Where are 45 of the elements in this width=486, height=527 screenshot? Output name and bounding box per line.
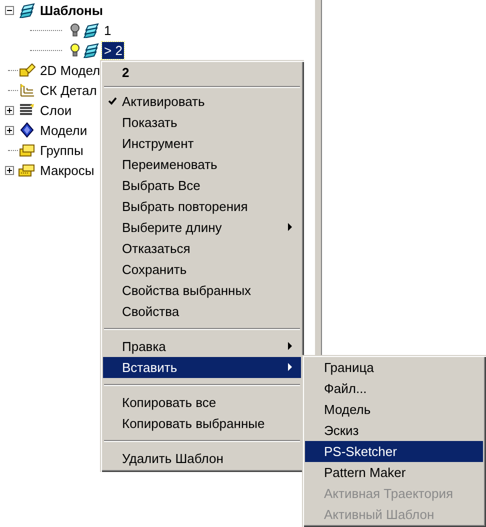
tree-item[interactable]: Шаблоны: [38, 2, 105, 18]
menu-item[interactable]: Инструмент: [103, 133, 301, 154]
menu-item[interactable]: Копировать все: [103, 392, 301, 413]
axes-icon: [18, 82, 36, 98]
menu-item[interactable]: Свойства выбранных: [103, 280, 301, 301]
diamond-icon: [18, 122, 36, 138]
menu-item[interactable]: Выбрать повторения: [103, 196, 301, 217]
menu-item[interactable]: Эскиз: [305, 420, 483, 441]
tree-item[interactable]: Макросы: [38, 162, 96, 178]
menu-item[interactable]: Активировать: [103, 91, 301, 112]
menu-item[interactable]: Свойства: [103, 301, 301, 322]
expander-toggle[interactable]: [4, 106, 14, 114]
menu-item[interactable]: Отказаться: [103, 238, 301, 259]
model-icon: [18, 62, 36, 78]
menu-item[interactable]: Граница: [305, 357, 483, 378]
menu-item[interactable]: Показать: [103, 112, 301, 133]
menu-item[interactable]: Модель: [305, 399, 483, 420]
sheet-stack-icon: [18, 2, 36, 18]
menu-item[interactable]: Переименовать: [103, 154, 301, 175]
folders-icon: [18, 142, 36, 158]
menu-item[interactable]: PS-Sketcher: [305, 441, 483, 462]
menu-item[interactable]: Удалить Шаблон: [103, 448, 301, 469]
layers-icon: [18, 102, 36, 118]
tree-item[interactable]: Группы: [38, 142, 86, 158]
sheet-stack-icon: [82, 22, 100, 38]
menu-title: 2: [121, 64, 130, 82]
tree-item[interactable]: 2D Модел: [38, 62, 102, 78]
menu-item[interactable]: Правка: [103, 336, 301, 357]
tree-item[interactable]: СК Детал: [38, 82, 99, 98]
expander-toggle[interactable]: [4, 6, 14, 14]
menu-item[interactable]: Сохранить: [103, 259, 301, 280]
menu-item[interactable]: Вставить: [103, 357, 301, 378]
expander-toggle[interactable]: [4, 166, 14, 174]
tree-item[interactable]: 1: [102, 22, 114, 38]
expander-toggle[interactable]: [4, 126, 14, 134]
sheet-stack-icon: [82, 42, 100, 58]
tree-item[interactable]: Модели: [38, 122, 90, 138]
macro-icon: [18, 162, 36, 178]
tree-item[interactable]: > 2: [102, 42, 124, 58]
menu-item[interactable]: Выбрать Все: [103, 175, 301, 196]
menu-item[interactable]: Pattern Maker: [305, 462, 483, 483]
menu-item[interactable]: Файл...: [305, 378, 483, 399]
menu-item[interactable]: Копировать выбранные: [103, 413, 301, 434]
tree-item[interactable]: Слои: [38, 102, 74, 118]
menu-item[interactable]: Выберите длину: [103, 217, 301, 238]
